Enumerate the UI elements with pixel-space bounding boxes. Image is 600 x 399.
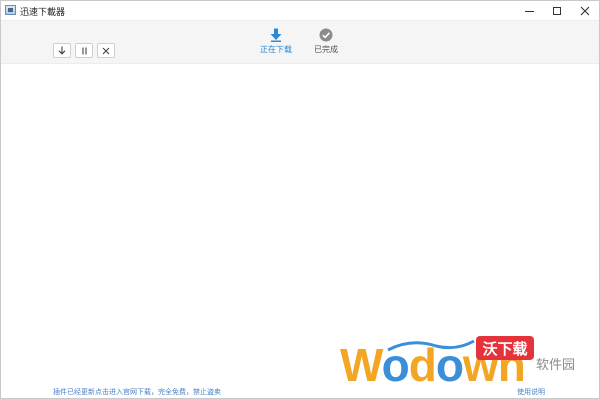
minimize-button[interactable] [515, 1, 543, 21]
watermark-badge: 沃下载 [476, 336, 534, 360]
cancel-button[interactable] [97, 43, 115, 58]
close-icon [580, 6, 590, 16]
tab-completed[interactable]: 已完成 [306, 28, 346, 60]
move-down-button[interactable] [53, 43, 71, 58]
download-list[interactable] [1, 65, 599, 380]
check-circle-icon [319, 28, 333, 42]
tab-downloading[interactable]: 正在下载 [256, 28, 296, 60]
title-bar[interactable]: 迅速下載器 [1, 1, 599, 21]
close-window-button[interactable] [571, 1, 599, 21]
pause-button[interactable] [75, 43, 93, 58]
maximize-button[interactable] [543, 1, 571, 21]
watermark-letters: o [381, 339, 410, 391]
tab-downloading-label: 正在下载 [260, 45, 292, 54]
watermark-letters: W [340, 339, 383, 391]
download-arrow-icon [270, 28, 282, 42]
toolbar: 正在下载 已完成 [1, 21, 599, 64]
watermark-subtitle: 软件园 [536, 358, 576, 373]
window-title: 迅速下載器 [20, 8, 66, 18]
minimize-icon [524, 10, 534, 12]
update-notice-link[interactable]: 插件已经更新点击进入官网下载，完全免费，禁止盗卖 [53, 387, 221, 397]
watermark-logo: Wodown 沃下载 软件园 [340, 336, 598, 398]
watermark-letters: o [435, 339, 464, 391]
tab-completed-label: 已完成 [314, 45, 338, 54]
app-icon [5, 5, 16, 15]
arrow-down-icon [58, 46, 66, 55]
watermark-letters: d [408, 339, 437, 391]
pause-icon [81, 47, 87, 54]
maximize-icon [553, 7, 561, 15]
close-icon [102, 47, 110, 54]
